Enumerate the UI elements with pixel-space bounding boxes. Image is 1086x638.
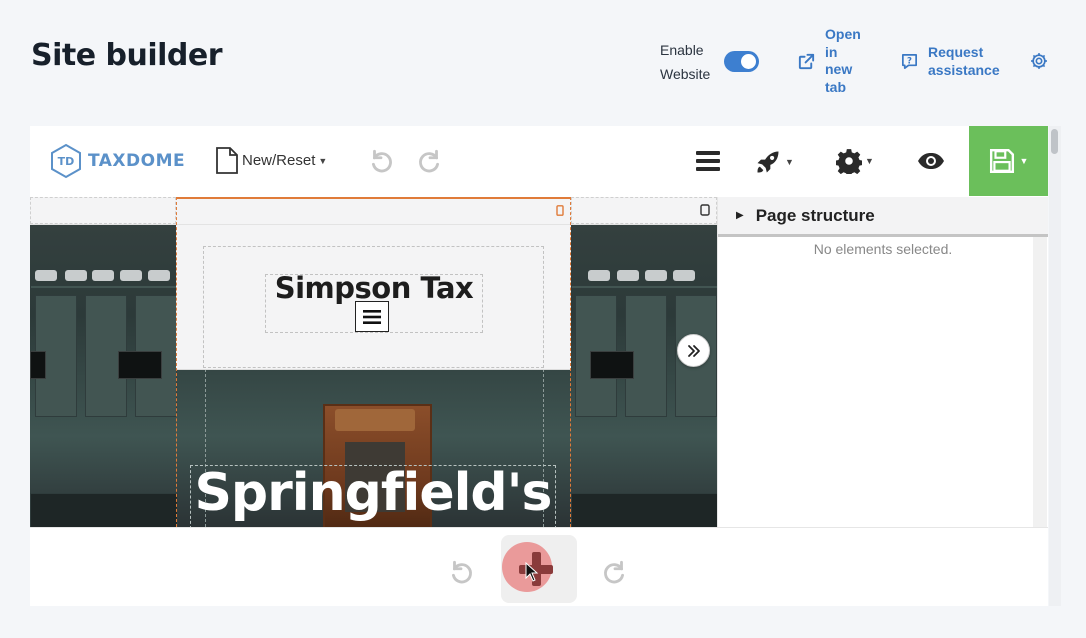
editor-toolbar: TD TAXDOME New/Reset ▼ ▼ ▼ ▼ xyxy=(30,126,1048,196)
caret-down-icon: ▼ xyxy=(1019,156,1029,166)
taxdome-logo-icon: TD xyxy=(51,143,81,179)
panel-scrollbar[interactable] xyxy=(1033,237,1047,527)
preview-button[interactable] xyxy=(917,152,945,170)
settings-gear-icon[interactable] xyxy=(1029,51,1049,76)
save-button[interactable]: ▼ xyxy=(969,126,1048,196)
rocket-icon xyxy=(757,151,779,173)
new-reset-label: New/Reset xyxy=(242,152,316,169)
page-title: Site builder xyxy=(31,38,223,73)
undo-icon xyxy=(452,560,472,584)
strip-outline xyxy=(30,197,176,224)
page-scrollbar-thumb[interactable] xyxy=(1051,129,1058,154)
caret-down-icon: ▼ xyxy=(318,155,328,166)
bottom-action-bar xyxy=(30,527,1048,606)
caret-down-icon: ▼ xyxy=(865,156,874,166)
layers-menu-button[interactable] xyxy=(695,150,721,172)
redo-icon xyxy=(419,149,439,173)
request-assistance-link[interactable]: ? Request assistance xyxy=(900,44,1000,79)
open-new-tab-link[interactable]: Open in new tab xyxy=(797,26,865,96)
page-structure-panel: ▶ Page structure No elements selected. xyxy=(717,197,1048,527)
enable-website-toggle[interactable] xyxy=(724,51,759,72)
undo-button[interactable] xyxy=(368,148,394,174)
page-structure-header[interactable]: ▶ Page structure xyxy=(718,197,1048,237)
toggle-knob xyxy=(741,54,756,69)
page-scrollbar[interactable] xyxy=(1049,126,1061,606)
no-selection-message: No elements selected. xyxy=(813,241,953,257)
strip-outline xyxy=(571,197,717,224)
redo-icon xyxy=(604,560,624,584)
caret-right-icon: ▶ xyxy=(736,210,744,221)
publish-button[interactable]: ▼ xyxy=(754,148,794,176)
save-icon xyxy=(989,148,1014,174)
eye-icon xyxy=(918,153,944,169)
taxdome-logo: TD TAXDOME xyxy=(50,143,185,179)
page-structure-title: Page structure xyxy=(755,205,875,225)
gear-icon xyxy=(836,149,862,174)
redo-button[interactable] xyxy=(417,148,443,174)
expand-panel-button[interactable] xyxy=(677,334,710,367)
caret-down-icon: ▼ xyxy=(785,157,794,167)
mouse-cursor-icon xyxy=(525,562,539,582)
svg-text:?: ? xyxy=(907,56,912,66)
new-reset-button[interactable]: New/Reset ▼ xyxy=(215,146,327,175)
file-icon xyxy=(216,147,238,174)
add-block-button[interactable] xyxy=(501,535,577,603)
tablet-device-icon[interactable] xyxy=(700,204,710,216)
redo-bottom-button[interactable] xyxy=(602,559,628,590)
menu-icon xyxy=(696,151,720,171)
settings-button[interactable]: ▼ xyxy=(836,148,874,174)
enable-website-label: Enable Website xyxy=(660,42,711,82)
top-bar: Site builder Enable Website Open in new … xyxy=(0,0,1086,120)
undo-icon xyxy=(372,149,392,173)
logo-text: TAXDOME xyxy=(88,151,186,171)
undo-bottom-button[interactable] xyxy=(448,559,474,590)
hero-title[interactable]: Springfield's xyxy=(190,463,556,523)
external-link-icon xyxy=(797,52,816,96)
open-new-tab-label: Open in new tab xyxy=(825,26,861,95)
help-chat-icon: ? xyxy=(900,52,919,79)
page-canvas[interactable]: Simpson Tax Springfield's xyxy=(30,197,717,527)
site-editor: TD TAXDOME New/Reset ▼ ▼ ▼ ▼ Simpson Tax… xyxy=(30,126,1048,606)
svg-text:TD: TD xyxy=(58,155,75,168)
request-assistance-label: Request assistance xyxy=(928,44,1000,78)
double-chevron-right-icon xyxy=(687,344,700,357)
